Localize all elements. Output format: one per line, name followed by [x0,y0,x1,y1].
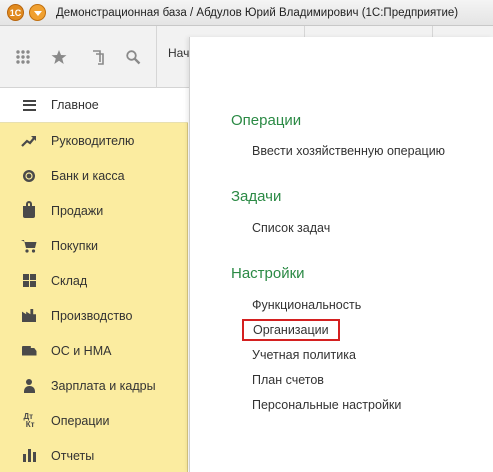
sidebar-item-production[interactable]: Производство [0,298,188,333]
sidebar-item-fixed-assets[interactable]: ОС и НМА [0,333,188,368]
sidebar-item-label: Отчеты [51,448,95,463]
sidebar-item-warehouse[interactable]: Склад [0,263,188,298]
main-menu-button[interactable] [29,4,46,21]
sections-grid-icon[interactable] [12,46,34,68]
coins-icon [20,167,38,185]
sidebar-item-label: Продажи [51,203,104,218]
warehouse-grid-icon [20,272,38,290]
history-icon[interactable] [87,46,109,68]
sidebar-item-main[interactable]: Главное [0,88,188,123]
menu-lines-icon [20,96,38,114]
link-task-list[interactable]: Список задач [252,221,330,235]
sidebar-item-label: Банк и касса [51,168,125,183]
person-icon [20,377,38,395]
trend-up-icon [20,132,38,150]
link-personal-settings[interactable]: Персональные настройки [252,398,401,412]
search-icon[interactable] [122,46,144,68]
sidebar-item-reports[interactable]: Отчеты [0,438,188,472]
bar-chart-icon [20,447,38,465]
shopping-bag-icon [20,201,38,220]
toolbar-divider [156,26,157,88]
sidebar-item-label: Склад [51,273,88,288]
sidebar-item-label: Зарплата и кадры [51,378,156,393]
link-accounting-policy[interactable]: Учетная политика [252,348,356,362]
sidebar-item-operations[interactable]: Дт Кт Операции [0,403,188,438]
cart-icon [20,237,38,255]
sidebar-item-label: Производство [51,308,133,323]
link-organizations[interactable]: Организации [242,319,340,341]
section-title-tasks: Задачи [231,188,282,205]
tab-home[interactable]: Нач [168,46,189,60]
sidebar-item-label: Покупки [51,238,99,253]
sidebar-item-label: ОС и НМА [51,343,112,358]
sidebar-item-label: Операции [51,413,110,428]
link-chart-of-accounts[interactable]: План счетов [252,373,324,387]
sidebar-item-sales[interactable]: Продажи [0,193,188,228]
sidebar-item-manager[interactable]: Руководителю [0,123,188,158]
dt-kt-icon: Дт Кт [23,411,35,429]
sidebar-item-purchases[interactable]: Покупки [0,228,188,263]
sidebar-item-bank[interactable]: Банк и касса [0,158,188,193]
sidebar-item-label: Руководителю [51,133,135,148]
factory-icon [20,307,38,325]
sidebar-item-payroll[interactable]: Зарплата и кадры [0,368,188,403]
title-bar: 1С Демонстрационная база / Абдулов Юрий … [0,0,493,26]
truck-icon [20,342,38,360]
link-enter-operation[interactable]: Ввести хозяйственную операцию [252,144,445,158]
section-title-operations: Операции [231,112,302,129]
link-functionality[interactable]: Функциональность [252,298,361,312]
sections-sidebar: Главное Руководителю Банк и касса Продаж… [0,88,188,472]
section-title-settings: Настройки [231,265,305,282]
app-logo-icon[interactable]: 1С [7,4,24,21]
sidebar-item-label: Главное [51,98,99,112]
favorites-star-icon[interactable] [48,46,70,68]
window-title: Демонстрационная база / Абдулов Юрий Вла… [56,6,459,19]
section-panel: Операции Ввести хозяйственную операцию З… [189,37,493,472]
